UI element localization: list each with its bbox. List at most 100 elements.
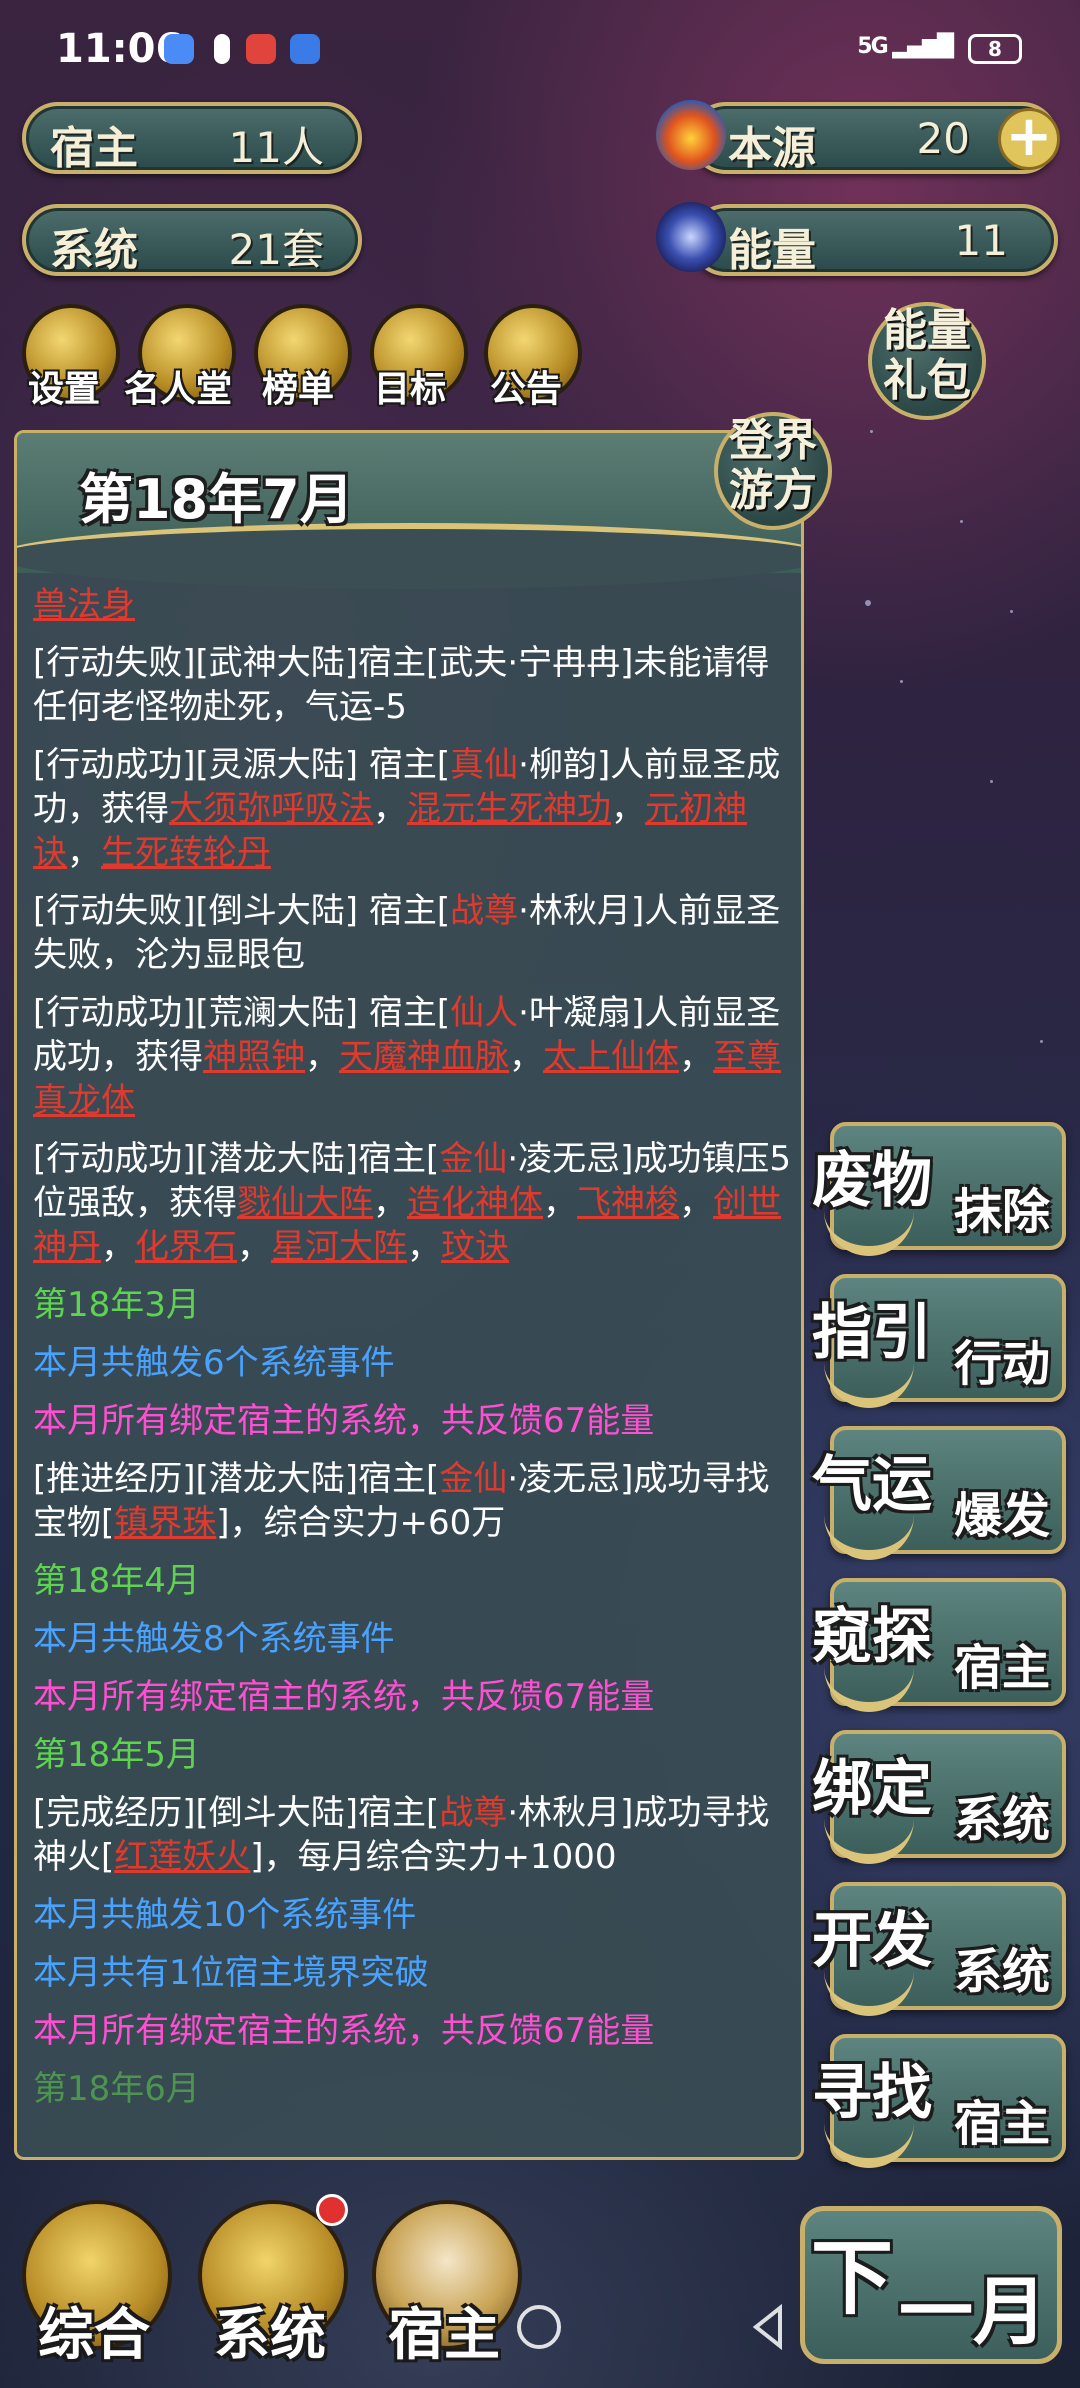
status-bar: 11:06 5G ▂▄▆█ 8 — [0, 0, 1080, 100]
item-link[interactable]: 化界石 — [135, 1227, 237, 1267]
browser-app-icon — [290, 34, 320, 64]
energy-pack-button[interactable]: 能量 礼包 — [868, 302, 986, 420]
action-label-top: 绑定 — [812, 1754, 932, 1824]
luck-burst-button[interactable]: 气运 爆发 — [812, 1426, 1066, 1560]
book-app-icon — [246, 34, 276, 64]
system-value: 21套 — [228, 225, 324, 274]
log-entry: [行动成功][潜龙大陆]宿主[金仙·凌无忌]成功镇压5位强敌，获得戮仙大阵，造化… — [33, 1137, 793, 1269]
next-month-label-bottom: 一月 — [899, 2269, 1047, 2355]
action-label-top: 废物 — [812, 1146, 932, 1216]
battery-level: 8 — [988, 37, 1002, 61]
log-entry: [行动成功][灵源大陆] 宿主[真仙·柳韵]人前显圣成功，获得大须弥呼吸法，混元… — [33, 743, 793, 875]
item-link[interactable]: 神照钟 — [203, 1037, 305, 1077]
star-decoration — [1040, 1040, 1043, 1043]
action-label-bottom: 宿主 — [953, 1640, 1050, 1696]
item-link[interactable]: 生死转轮丹 — [101, 833, 271, 873]
log-entry: [推进经历][潜龙大陆]宿主[金仙·凌无忌]成功寻找宝物[镇界珠]，综合实力+6… — [33, 1457, 793, 1545]
item-link[interactable]: 星河大阵 — [271, 1227, 407, 1267]
item-link[interactable]: 玟诀 — [441, 1227, 509, 1267]
energy-bar[interactable]: 能量 11 — [690, 204, 1058, 276]
log-text: [完成经历][倒斗大陆]宿主[ — [33, 1793, 440, 1833]
realm-travel-button[interactable]: 登界 游方 — [714, 412, 832, 530]
home-nav-icon[interactable] — [514, 2302, 564, 2352]
action-label-bottom: 宿主 — [953, 2096, 1050, 2152]
energy-label: 能量 — [728, 225, 816, 276]
realm-travel-line1: 登界 — [729, 415, 817, 466]
next-month-button[interactable]: 下 一月 — [800, 2206, 1062, 2364]
star-decoration — [865, 600, 871, 606]
host-rank: 真仙 — [450, 745, 519, 785]
star-decoration — [990, 780, 993, 783]
separator: ， — [373, 1183, 407, 1223]
music-app-icon — [164, 34, 194, 64]
separator: ， — [679, 1037, 713, 1077]
back-nav-icon[interactable] — [744, 2302, 794, 2352]
host-rank: 战尊 — [439, 1793, 508, 1833]
host-rank: 金仙 — [439, 1139, 508, 1179]
waste-removal-button[interactable]: 废物 抹除 — [812, 1122, 1066, 1256]
separator: ， — [67, 833, 101, 873]
log-entry: [行动失败][倒斗大陆] 宿主[战尊·林秋月]人前显圣失败，沦为显眼包 — [33, 889, 793, 977]
origin-flame-icon — [656, 100, 726, 170]
action-label-bottom: 系统 — [953, 1792, 1050, 1848]
guide-action-button[interactable]: 指引 行动 — [812, 1274, 1066, 1408]
host-rank: 战尊 — [450, 891, 519, 931]
item-link[interactable]: 飞神梭 — [577, 1183, 679, 1223]
month-header: 第18年6月 — [33, 2069, 200, 2109]
item-link[interactable]: 戮仙大阵 — [237, 1183, 373, 1223]
separator: ， — [101, 1227, 135, 1267]
item-link[interactable]: 镇界珠 — [114, 1503, 216, 1543]
system-label: 系统 — [50, 225, 138, 276]
item-link[interactable]: 天魔神血脉 — [339, 1037, 509, 1077]
log-text: [行动失败][倒斗大陆] 宿主[ — [33, 891, 451, 931]
month-header: 第18年4月 — [33, 1561, 200, 1601]
develop-system-button[interactable]: 开发 系统 — [812, 1882, 1066, 2016]
spy-host-button[interactable]: 窥探 宿主 — [812, 1578, 1066, 1712]
notification-dot — [316, 2194, 348, 2226]
log-text: [推进经历][潜龙大陆]宿主[ — [33, 1459, 440, 1499]
bind-system-button[interactable]: 绑定 系统 — [812, 1730, 1066, 1864]
event-log-list[interactable]: 兽法身 [行动失败][武神大陆]宿主[武夫·宁冉冉]未能请得任何老怪物赴死，气运… — [33, 583, 793, 2125]
star-decoration — [960, 520, 963, 523]
action-label-top: 指引 — [812, 1298, 932, 1368]
item-link[interactable]: 太上仙体 — [543, 1037, 679, 1077]
separator: ， — [305, 1037, 339, 1077]
system-count-bar[interactable]: 系统 21套 — [22, 204, 362, 276]
realm-travel-line2: 游方 — [729, 465, 817, 516]
log-entry: [完成经历][倒斗大陆]宿主[战尊·林秋月]成功寻找神火[红莲妖火]，每月综合实… — [33, 1791, 793, 1879]
battery-icon: 8 — [968, 34, 1022, 64]
overview-tab-label: 综合 — [38, 2303, 150, 2368]
hall-of-fame-label: 名人堂 — [124, 369, 233, 410]
next-month-label-top: 下 — [811, 2231, 894, 2326]
item-link[interactable]: 大须弥呼吸法 — [169, 789, 373, 829]
ranking-label: 榜单 — [262, 369, 335, 410]
log-entry[interactable]: 兽法身 — [33, 583, 793, 627]
month-header: 第18年3月 — [33, 1285, 200, 1325]
separator: ， — [543, 1183, 577, 1223]
item-link[interactable]: 造化神体 — [407, 1183, 543, 1223]
alert-icon — [214, 34, 230, 64]
log-text: [行动成功][灵源大陆] 宿主[ — [33, 745, 451, 785]
origin-value: 20 — [916, 114, 970, 163]
event-log-panel[interactable]: 第18年7月 兽法身 [行动失败][武神大陆]宿主[武夫·宁冉冉]未能请得任何老… — [14, 430, 804, 2160]
star-decoration — [870, 430, 873, 433]
action-label-bottom: 爆发 — [953, 1488, 1050, 1544]
add-origin-button[interactable]: + — [998, 108, 1060, 170]
item-link[interactable]: 混元生死神功 — [407, 789, 611, 829]
find-host-button[interactable]: 寻找 宿主 — [812, 2034, 1066, 2168]
action-label-top: 气运 — [812, 1450, 932, 1520]
separator: ， — [237, 1227, 271, 1267]
item-link[interactable]: 红莲妖火 — [114, 1837, 250, 1877]
star-decoration — [1010, 610, 1013, 613]
separator: ， — [407, 1227, 441, 1267]
month-energy-summary: 本月所有绑定宿主的系统，共反馈67能量 — [33, 2011, 655, 2051]
log-entry: [行动成功][荒澜大陆] 宿主[仙人·叶凝扇]人前显圣成功，获得神照钟，天魔神血… — [33, 991, 793, 1123]
settings-label: 设置 — [28, 369, 101, 410]
action-label-top: 开发 — [812, 1906, 932, 1976]
host-rank: 仙人 — [450, 993, 519, 1033]
host-count-bar[interactable]: 宿主 11人 — [22, 102, 362, 174]
action-label-bottom: 系统 — [953, 1944, 1050, 2000]
log-text: [行动成功][荒澜大陆] 宿主[ — [33, 993, 451, 1033]
log-text: ]，综合实力+60万 — [216, 1503, 506, 1543]
month-events-summary: 本月共触发10个系统事件 — [33, 1895, 417, 1935]
